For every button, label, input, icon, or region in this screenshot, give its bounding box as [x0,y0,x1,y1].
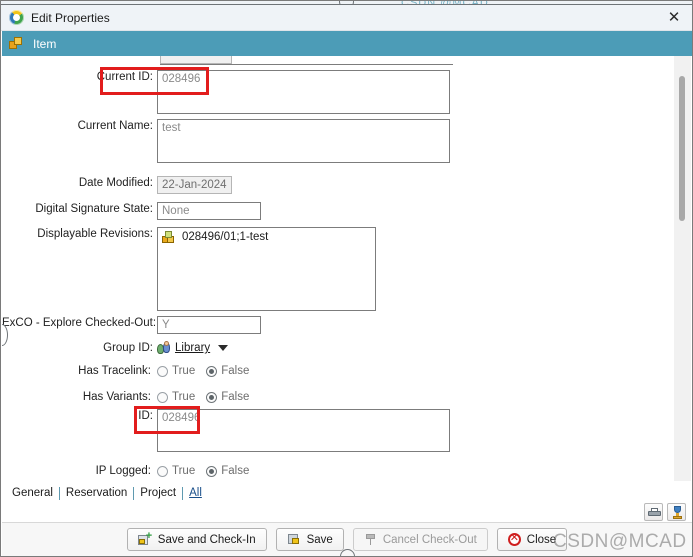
form-scrollbar[interactable] [674,56,691,481]
field-displayable-revisions-label: Displayable Revisions: [37,228,153,240]
group-id-link-label[interactable]: Library [175,342,210,354]
field-date-modified: Date Modified: 22-Jan-2024 [2,176,457,194]
tab-general[interactable]: General [6,487,59,499]
radio-selected-icon[interactable] [206,365,218,377]
group-users-icon [157,340,171,355]
radio-selected-icon[interactable] [206,391,218,403]
field-id-label: ID: [138,410,153,422]
cancel-check-out-button[interactable]: Cancel Check-Out [352,528,488,551]
has-variants-false-option[interactable]: False [206,391,249,403]
pin-icon [364,533,377,546]
radio-true-label: True [172,391,196,403]
edit-properties-dialog: CSDN @MCAD Edit Properties ✕ Item Curren… [0,0,693,557]
field-digital-signature-state: Digital Signature State: None [2,202,457,220]
field-group-id-label: Group ID: [103,342,153,354]
field-current-id-label: Current ID: [96,71,153,83]
save-label: Save [306,533,333,546]
field-has-tracelink: Has Tracelink: True False [2,364,457,378]
field-exco-explore-checked-out: ExCO - Explore Checked-Out: Y [2,316,457,334]
item-cubes-icon [9,36,24,51]
tab-all[interactable]: All [183,487,208,499]
title-bar: Edit Properties ✕ [1,5,692,31]
scrolled-off-field-edge [160,64,453,65]
field-has-tracelink-label: Has Tracelink: [78,365,151,377]
tab-reservation[interactable]: Reservation [60,487,133,499]
has-variants-radio-group[interactable]: True False [157,391,249,403]
tab-project[interactable]: Project [134,487,182,499]
scrolled-off-field [160,56,232,64]
scrollbar-thumb[interactable] [679,76,685,221]
revision-label: 028496/01;1-test [182,231,269,243]
print-icon [648,508,661,517]
dialog-mini-toolbar [644,503,686,521]
teamcenter-swirl-icon [9,10,24,25]
save-icon [287,533,301,546]
field-group-id: Group ID: Library [2,340,457,355]
print-button[interactable] [644,503,663,521]
save-button[interactable]: Save [275,528,344,551]
chevron-down-icon[interactable] [218,345,229,351]
item-header-band: Item [2,31,692,56]
radio-false-label: False [221,365,250,377]
has-variants-true-option[interactable]: True [157,391,195,403]
field-has-variants-label: Has Variants: [82,391,151,403]
field-exco-input[interactable]: Y [157,316,261,334]
radio-unselected-icon[interactable] [157,391,168,403]
ip-logged-false-option[interactable]: False [206,465,249,477]
window-close-icon[interactable]: ✕ [666,10,682,26]
ip-logged-true-option[interactable]: True [157,465,195,477]
save-and-check-in-button[interactable]: + Save and Check-In [126,528,267,551]
radio-true-label: True [172,365,196,377]
field-current-id: Current ID: 028496 [2,70,457,114]
radio-false-label: False [221,391,250,403]
group-id-value[interactable]: Library [157,340,229,355]
has-tracelink-radio-group[interactable]: True False [157,365,249,377]
field-ip-logged: IP Logged: True False [2,464,457,478]
field-digital-signature-state-input[interactable]: None [157,202,261,220]
window-title: Edit Properties [31,10,110,25]
radio-false-label: False [221,465,250,477]
properties-form: Current ID: 028496 Current Name: test Da… [2,56,692,481]
field-current-name-label: Current Name: [77,120,153,132]
radio-unselected-icon[interactable] [157,465,168,477]
revision-cubes-icon [162,231,176,244]
trophy-icon [673,506,682,519]
field-current-id-input[interactable]: 028496 [157,70,450,114]
radio-selected-icon[interactable] [206,465,218,477]
close-button[interactable]: ✕ Close [496,528,568,551]
has-tracelink-false-option[interactable]: False [206,365,249,377]
cancel-check-out-label: Cancel Check-Out [382,533,477,546]
close-label: Close [526,533,557,546]
field-date-modified-input[interactable]: 22-Jan-2024 [157,176,232,194]
field-displayable-revisions: Displayable Revisions: 028496/01;1-test [2,227,457,311]
dialog-footer: + Save and Check-In Save Cancel Check-Ou… [2,522,692,556]
has-tracelink-true-option[interactable]: True [157,365,195,377]
field-has-variants: Has Variants: True False [2,390,457,404]
field-exco-label: ExCO - Explore Checked-Out: [2,317,157,329]
trophy-button[interactable] [667,503,686,521]
window-notch-bottom [340,549,355,556]
property-tabs: General Reservation Project All [2,482,692,504]
list-item[interactable]: 028496/01;1-test [162,231,371,244]
field-ip-logged-label: IP Logged: [95,465,151,477]
field-displayable-revisions-list[interactable]: 028496/01;1-test [157,227,376,311]
field-id: ID: 028496 [2,409,457,452]
field-digital-signature-state-label: Digital Signature State: [35,203,153,215]
field-date-modified-label: Date Modified: [78,177,153,189]
save-check-in-icon: + [137,531,152,546]
ip-logged-radio-group[interactable]: True False [157,465,249,477]
save-and-check-in-label: Save and Check-In [157,533,256,546]
field-id-input[interactable]: 028496 [157,409,450,452]
field-current-name-input[interactable]: test [157,119,450,163]
item-header-label: Item [33,36,57,51]
radio-true-label: True [172,465,196,477]
radio-unselected-icon[interactable] [157,365,168,377]
field-current-name: Current Name: test [2,119,457,163]
close-circle-icon: ✕ [507,531,521,546]
